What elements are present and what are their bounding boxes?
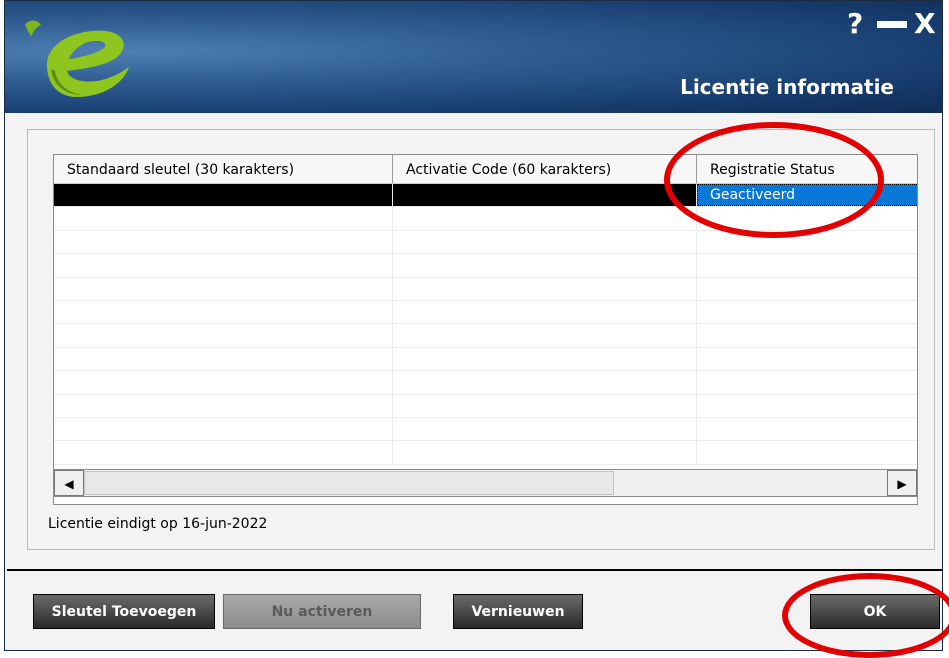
table-cell[interactable] [697,207,917,229]
table-row[interactable] [54,230,917,255]
table-row[interactable] [54,300,917,325]
table-row[interactable] [54,417,917,442]
table-cell[interactable] [54,207,393,230]
table-cell[interactable] [697,371,917,393]
table-row[interactable] [54,277,917,301]
table-cell[interactable] [393,394,697,417]
table-row[interactable] [54,254,917,278]
table-cell[interactable] [697,418,917,440]
license-table: Standaard sleutel (30 karakters) Activat… [53,154,918,505]
column-header-key[interactable]: Standaard sleutel (30 karakters) [54,155,393,183]
table-cell[interactable] [54,324,393,347]
table-cell[interactable] [54,371,393,394]
column-header-status[interactable]: Registratie Status [697,155,917,183]
dialog-title: Licentie informatie [680,75,894,99]
table-header: Standaard sleutel (30 karakters) Activat… [54,155,917,184]
horizontal-scrollbar[interactable]: ◀ ▶ [53,469,918,497]
table-cell[interactable] [54,417,393,441]
table-cell[interactable] [393,230,697,254]
table-cell[interactable] [697,324,917,346]
status-cell[interactable]: Geactiveerd [697,184,917,207]
table-cell[interactable] [697,231,917,253]
table-cell[interactable] [697,348,917,370]
table-row[interactable] [54,394,917,418]
column-header-activation-code[interactable]: Activatie Code (60 karakters) [393,155,697,183]
close-button[interactable]: X [914,7,936,41]
help-button[interactable]: ? [847,7,863,41]
table-cell[interactable] [393,417,697,441]
table-row[interactable]: Geactiveerd [54,184,917,208]
table-cell[interactable] [697,395,917,417]
separator [7,569,942,571]
table-row[interactable] [54,207,917,231]
table-cell[interactable] [54,230,393,254]
table-cell[interactable] [697,278,917,300]
title-bar: ? X Licentie informatie [5,1,942,113]
table-row[interactable] [54,324,917,348]
ok-button[interactable]: OK [810,594,940,629]
table-cell[interactable] [54,254,393,277]
table-cell[interactable] [393,254,697,277]
license-dialog: ? X Licentie informatie Standaard sleute… [4,0,943,651]
table-cell[interactable] [697,441,917,463]
table-cell[interactable] [393,277,697,300]
table-cell[interactable] [393,207,697,230]
license-expiry-text: Licentie eindigt op 16-jun-2022 [48,516,268,532]
table-cell[interactable] [54,277,393,300]
activation-code-cell[interactable] [393,184,697,207]
table-row[interactable] [54,441,917,465]
table-cell[interactable] [54,347,393,371]
table-cell[interactable] [393,324,697,347]
table-row[interactable] [54,371,917,395]
table-cell[interactable] [393,347,697,371]
table-cell[interactable] [393,300,697,324]
minimize-button[interactable] [877,21,907,28]
table-cell[interactable] [54,300,393,324]
license-panel: Standaard sleutel (30 karakters) Activat… [27,129,935,550]
table-cell[interactable] [393,371,697,394]
scroll-right-icon[interactable]: ▶ [887,470,917,496]
table-cell[interactable] [697,301,917,323]
scroll-left-icon[interactable]: ◀ [54,470,84,496]
key-cell[interactable] [54,184,393,207]
table-cell[interactable] [54,394,393,417]
add-key-button[interactable]: Sleutel Toevoegen [33,594,215,629]
scroll-thumb[interactable] [84,471,614,495]
table-cell[interactable] [54,441,393,464]
table-body: Geactiveerd [54,184,917,465]
table-cell[interactable] [393,441,697,464]
table-cell[interactable] [697,254,917,276]
table-row[interactable] [54,347,917,372]
renew-button[interactable]: Vernieuwen [453,594,583,629]
activate-now-button[interactable]: Nu activeren [223,594,421,629]
e-logo-icon [25,20,129,97]
